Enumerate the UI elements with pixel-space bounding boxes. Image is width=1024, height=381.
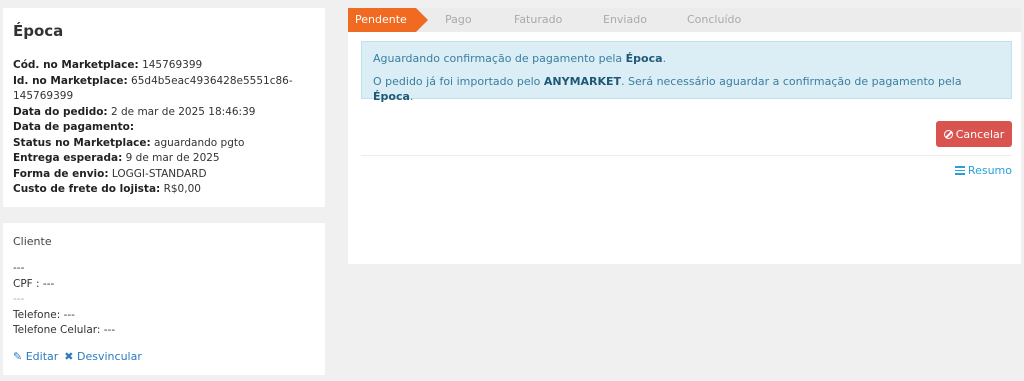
client-mobile: Telefone Celular: --- (13, 324, 116, 336)
step-arrow (416, 8, 428, 32)
unlink-label: Desvincular (77, 349, 142, 363)
resumo-label: Resumo (967, 164, 1012, 177)
step-enviado: Enviado (603, 13, 647, 26)
field-forma-envio: Forma de envio: LOGGI-STANDARD (13, 167, 207, 180)
edit-link[interactable]: ✎ Editar (13, 350, 58, 363)
divider (361, 155, 1012, 156)
list-icon (954, 166, 965, 175)
step-pendente: Pendente (348, 8, 416, 32)
client-phone: Telefone: --- (13, 308, 75, 321)
ban-icon (943, 129, 953, 139)
marketplace-title: Época (13, 22, 64, 40)
times-icon: ✖ (64, 349, 74, 363)
field-status: Status no Marketplace: aguardando pgto (13, 136, 245, 149)
client-name: --- (13, 262, 25, 274)
payment-alert: Aguardando confirmação de pagamento pela… (361, 41, 1012, 103)
order-info-card: Época Cód. no Marketplace: 145769399 Id.… (3, 8, 325, 207)
edit-label: Editar (25, 349, 59, 363)
resumo-link[interactable]: Resumo (954, 164, 1012, 177)
step-pago: Pago (445, 13, 472, 26)
field-id-cont: 145769399 (13, 90, 74, 102)
pencil-icon: ✎ (13, 349, 23, 363)
alert-line-2: O pedido já foi importado pelo ANYMARKET… (373, 75, 962, 103)
alert-line-1: Aguardando confirmação de pagamento pela… (373, 52, 667, 65)
cancel-button[interactable]: Cancelar (936, 121, 1012, 147)
status-steps: Pendente Pago Faturado Enviado Concluído (348, 8, 1021, 32)
step-faturado: Faturado (514, 13, 563, 26)
client-cpf: CPF : --- (13, 277, 55, 290)
order-fields: Cód. no Marketplace: 145769399 Id. no Ma… (13, 58, 315, 198)
field-entrega: Entrega esperada: 9 de mar de 2025 (13, 152, 220, 164)
client-heading: Cliente (13, 235, 52, 248)
cancel-label: Cancelar (955, 127, 1005, 141)
unlink-link[interactable]: ✖ Desvincular (64, 350, 142, 363)
field-id: Id. no Marketplace: 65d4b5eac4936428e555… (13, 74, 293, 87)
order-status-card: Pendente Pago Faturado Enviado Concluído… (348, 8, 1021, 264)
field-data-pedido: Data do pedido: 2 de mar de 2025 18:46:3… (13, 105, 256, 118)
client-email: --- (13, 293, 25, 305)
field-frete: Custo de frete do lojista: R$0,00 (13, 183, 201, 195)
field-codigo: Cód. no Marketplace: 145769399 (13, 59, 203, 71)
field-data-pagamento: Data de pagamento: (13, 121, 135, 133)
client-card: Cliente --- CPF : --- --- Telefone: --- … (3, 223, 325, 375)
client-actions: ✎ Editar ✖ Desvincular (13, 350, 315, 363)
step-concluido: Concluído (687, 13, 742, 26)
